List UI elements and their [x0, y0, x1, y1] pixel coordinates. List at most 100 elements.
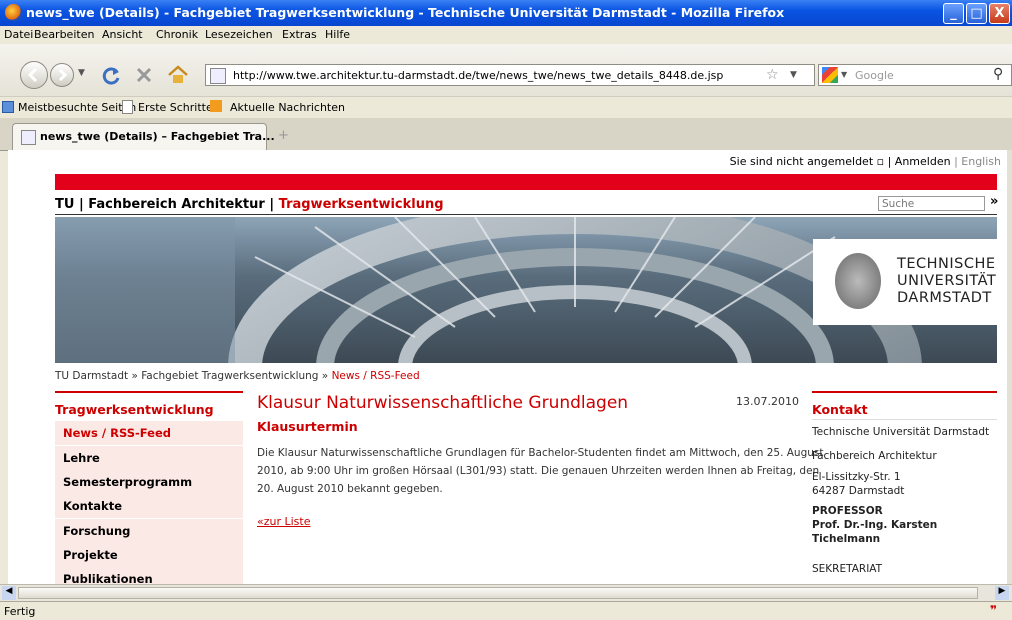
- sidebar-item-label: Lehre: [63, 451, 100, 465]
- scroll-right-icon[interactable]: ▶: [995, 586, 1009, 600]
- article-subtitle: Klausurtermin: [257, 419, 358, 434]
- menu-lesezeichen[interactable]: Lesezeichen: [205, 28, 273, 41]
- page-icon: [122, 100, 133, 114]
- english-link[interactable]: English: [961, 155, 1001, 168]
- tab-favicon-icon: [21, 130, 36, 145]
- site-header: TU | Fachbereich Architektur | Tragwerks…: [55, 197, 444, 212]
- contact-name-line1[interactable]: Prof. Dr.-Ing. Karsten: [812, 519, 1002, 531]
- firefox-icon: [5, 4, 22, 21]
- contact-org: Technische Universität Darmstadt: [812, 426, 990, 438]
- contact-name-line2[interactable]: Tichelmann: [812, 533, 1002, 545]
- logo-line-1: TECHNISCHE: [897, 256, 996, 272]
- home-icon[interactable]: [167, 64, 189, 86]
- page-content: Sie sind nicht angemeldet ▫ | Anmelden |…: [8, 150, 1007, 584]
- login-link[interactable]: Anmelden: [895, 155, 951, 168]
- sidebar-heading[interactable]: Tragwerksentwicklung: [55, 402, 214, 417]
- menu-chronik[interactable]: Chronik: [156, 28, 198, 41]
- sidebar-item-semesterprogramm[interactable]: Semesterprogramm: [55, 470, 243, 495]
- forward-button[interactable]: [50, 63, 74, 87]
- url-text[interactable]: http://www.twe.architektur.tu-darmstadt.…: [233, 69, 723, 82]
- contact-street: El-Lissitzky-Str. 1: [812, 471, 901, 483]
- new-tab-button[interactable]: +: [278, 128, 289, 143]
- bookmark-erste-schritte[interactable]: Erste Schritte: [138, 101, 213, 114]
- breadcrumb-current: News / RSS-Feed: [331, 370, 420, 382]
- red-header-bar: [55, 174, 997, 190]
- sidebar-item-kontakte[interactable]: Kontakte: [55, 494, 243, 519]
- bookmarks-toolbar: Meistbesuchte Seiten Erste Schritte Aktu…: [0, 96, 1012, 117]
- logo-line-3: DARMSTADT: [897, 290, 992, 306]
- bookmark-star-icon[interactable]: ☆: [766, 67, 779, 83]
- scroll-left-icon[interactable]: ◀: [2, 586, 16, 600]
- site-search-placeholder: Suche: [882, 198, 915, 210]
- login-status: Sie sind nicht angemeldet: [729, 155, 874, 168]
- article-body-line: Die Klausur Naturwissenschaftliche Grund…: [257, 447, 824, 459]
- vertical-scrollbar[interactable]: [1007, 150, 1012, 584]
- tu-logo-box: TECHNISCHE UNIVERSITÄT DARMSTADT: [813, 239, 997, 325]
- bookmark-aktuelle-nachrichten[interactable]: Aktuelle Nachrichten: [230, 101, 345, 114]
- tu-logo-text: TECHNISCHE UNIVERSITÄT DARMSTADT: [897, 256, 996, 307]
- sidebar-item-lehre[interactable]: Lehre: [55, 446, 243, 471]
- site-search-input[interactable]: Suche: [878, 196, 985, 211]
- contact-city: 64287 Darmstadt: [812, 485, 905, 497]
- article-body-line: 2010, ab 9:00 Uhr im großen Hörsaal (L30…: [257, 465, 820, 477]
- sidebar-item-publikationen[interactable]: Publikationen: [55, 567, 243, 584]
- sidebar-item-label: Kontakte: [63, 499, 122, 513]
- search-magnifier-icon[interactable]: ⚲: [993, 66, 1003, 82]
- maximize-button[interactable]: □: [966, 3, 987, 24]
- tab-active[interactable]: news_twe (Details) – Fachgebiet Tra...: [12, 123, 275, 150]
- search-placeholder[interactable]: Google: [855, 69, 894, 82]
- article-date: 13.07.2010: [736, 395, 799, 408]
- back-button[interactable]: [20, 61, 48, 89]
- contact-heading: Kontakt: [812, 402, 868, 417]
- url-bar[interactable]: http://www.twe.architektur.tu-darmstadt.…: [205, 64, 815, 86]
- breadcrumb: TU Darmstadt » Fachgebiet Tragwerksentwi…: [55, 370, 420, 382]
- menu-extras[interactable]: Extras: [282, 28, 317, 41]
- window-title-bar: news_twe (Details) - Fachgebiet Tragwerk…: [0, 0, 1012, 26]
- back-to-list-link[interactable]: «zur Liste: [257, 515, 311, 528]
- sidebar-item-label: Semesterprogramm: [63, 475, 193, 489]
- history-dropdown-icon[interactable]: ▼: [78, 68, 85, 78]
- menu-datei[interactable]: Datei: [4, 28, 33, 41]
- addon-status-icon[interactable]: ❞: [990, 603, 997, 617]
- menu-hilfe[interactable]: Hilfe: [325, 28, 350, 41]
- contact-role-sekretariat: SEKRETARIAT: [812, 563, 883, 575]
- tu-logo-head-icon: [835, 253, 881, 309]
- minimize-button[interactable]: _: [943, 3, 964, 24]
- header-tu-link[interactable]: TU | Fachbereich Architektur |: [55, 197, 274, 212]
- search-bar[interactable]: ▼ Google ⚲: [818, 64, 1012, 86]
- sidebar-item-label: News / RSS-Feed: [63, 426, 171, 440]
- site-search-button[interactable]: »: [990, 194, 998, 209]
- stop-icon[interactable]: [135, 66, 153, 84]
- sidebar-item-label: Forschung: [63, 524, 131, 538]
- reload-icon[interactable]: [100, 64, 122, 86]
- forward-arrow-icon: [58, 68, 68, 82]
- tab-title[interactable]: news_twe (Details) – Fachgebiet Tra...: [40, 130, 275, 143]
- header-twe-link[interactable]: Tragwerksentwicklung: [279, 197, 444, 212]
- menu-bearbeiten[interactable]: Bearbeiten: [34, 28, 94, 41]
- bookmark-meistbesucht[interactable]: Meistbesuchte Seiten: [18, 101, 136, 114]
- sidebar-item-forschung[interactable]: Forschung: [55, 519, 243, 544]
- back-arrow-icon: [27, 67, 38, 83]
- url-dropdown-icon[interactable]: ▼: [790, 70, 797, 80]
- menu-bar: Datei Bearbeiten Ansicht Chronik Lesezei…: [0, 26, 1012, 44]
- page-favicon-icon: [210, 68, 226, 84]
- header-divider: [55, 214, 997, 215]
- google-engine-icon[interactable]: [822, 67, 838, 83]
- logo-line-2: UNIVERSITÄT: [897, 273, 997, 289]
- status-bar: Fertig ❞: [0, 601, 1012, 620]
- scroll-thumb[interactable]: [18, 587, 978, 599]
- contact-dept: Fachbereich Architektur: [812, 450, 937, 462]
- breadcrumb-path[interactable]: TU Darmstadt » Fachgebiet Tragwerksentwi…: [55, 370, 328, 382]
- engine-dropdown-icon[interactable]: ▼: [841, 70, 847, 79]
- contact-box: Technische Universität Darmstadt Fachber…: [812, 426, 1002, 575]
- login-bar: Sie sind nicht angemeldet ▫ | Anmelden |…: [729, 155, 1001, 168]
- sidebar-nav: News / RSS-Feed Lehre Semesterprogramm K…: [55, 421, 243, 584]
- rss-icon: [210, 100, 222, 112]
- close-button[interactable]: X: [989, 3, 1010, 24]
- sidebar-item-label: Publikationen: [63, 572, 153, 584]
- sidebar-item-label: Projekte: [63, 548, 118, 562]
- menu-ansicht[interactable]: Ansicht: [102, 28, 143, 41]
- horizontal-scrollbar[interactable]: ◀ ▶: [0, 584, 1012, 602]
- sidebar-item-projekte[interactable]: Projekte: [55, 543, 243, 568]
- sidebar-item-news[interactable]: News / RSS-Feed: [55, 421, 243, 446]
